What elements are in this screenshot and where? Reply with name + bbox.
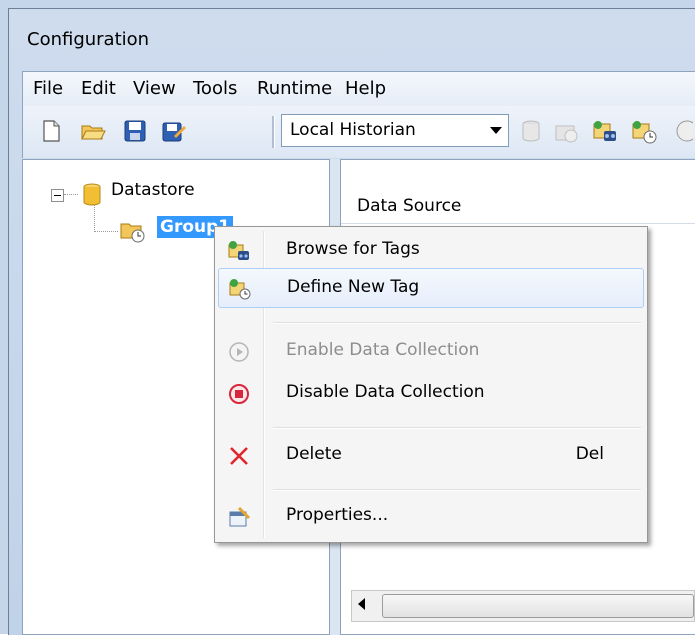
tree-line — [64, 194, 78, 195]
window-title: Configuration — [27, 29, 150, 50]
title-bar[interactable]: Configuration — [9, 9, 695, 67]
database-icon — [81, 182, 103, 213]
browse-tags-icon[interactable] — [592, 118, 618, 144]
menu-item-define-new-tag[interactable]: Define New Tag — [218, 268, 644, 308]
more-tools-icon[interactable] — [673, 118, 693, 144]
menu-item-disable-data-collection[interactable]: Disable Data Collection — [218, 374, 644, 414]
menu-separator — [273, 322, 641, 324]
menu-item-delete[interactable]: Delete Del — [218, 436, 644, 476]
browse-tags-icon — [228, 240, 250, 262]
menu-item-properties[interactable]: Properties... — [218, 497, 644, 537]
database-disabled-icon — [518, 118, 544, 144]
menu-runtime[interactable]: Runtime — [257, 78, 332, 99]
menu-item-label: Define New Tag — [287, 277, 420, 297]
save-all-icon[interactable] — [160, 118, 186, 144]
save-icon[interactable] — [122, 118, 148, 144]
menu-help[interactable]: Help — [345, 78, 386, 99]
column-header-row: Data Source — [341, 173, 695, 224]
delete-x-icon — [228, 445, 250, 467]
chevron-down-icon — [490, 127, 502, 134]
scroll-left-arrow-icon[interactable] — [358, 598, 365, 610]
menu-item-label: Disable Data Collection — [286, 382, 485, 402]
properties-icon — [228, 506, 251, 528]
menu-item-browse-tags[interactable]: Browse for Tags — [218, 231, 644, 271]
menu-item-shortcut: Del — [575, 444, 604, 464]
tree-node-datastore[interactable]: Datastore — [111, 180, 195, 200]
menu-separator — [273, 489, 641, 491]
menu-tools[interactable]: Tools — [193, 78, 237, 99]
new-document-icon[interactable] — [38, 118, 64, 144]
menu-item-label: Delete — [286, 444, 342, 464]
menu-separator — [273, 427, 641, 429]
menu-view[interactable]: View — [133, 78, 176, 99]
menu-file[interactable]: File — [33, 78, 63, 99]
scroll-thumb[interactable] — [382, 594, 694, 618]
toolbar-separator — [272, 116, 275, 148]
collapse-toggle-icon[interactable] — [51, 189, 64, 202]
menu-item-label: Properties... — [286, 505, 389, 525]
menu-bar: File Edit View Tools Runtime Help — [22, 71, 695, 106]
menu-item-label: Browse for Tags — [286, 239, 420, 259]
menu-edit[interactable]: Edit — [81, 78, 116, 99]
stop-circle-icon — [228, 383, 250, 405]
group-folder-icon — [119, 218, 149, 249]
tree-line — [94, 231, 118, 232]
toolbar: Local Historian — [22, 106, 695, 158]
context-menu: Browse for Tags Define New Tag Enable Da… — [214, 226, 648, 543]
historian-select-value: Local Historian — [290, 120, 416, 140]
column-header-data-source[interactable]: Data Source — [357, 196, 461, 216]
app-window: Configuration File Edit View Tools Runti… — [0, 0, 695, 635]
open-folder-icon[interactable] — [80, 118, 106, 144]
menu-item-label: Enable Data Collection — [286, 340, 480, 360]
define-tag-icon — [229, 278, 251, 300]
group-disabled-icon — [553, 118, 579, 144]
define-tag-icon[interactable] — [631, 118, 657, 144]
historian-select[interactable]: Local Historian — [281, 114, 509, 147]
play-circle-icon — [228, 341, 250, 363]
menu-item-enable-data-collection: Enable Data Collection — [218, 332, 644, 372]
horizontal-scrollbar[interactable] — [351, 590, 695, 622]
